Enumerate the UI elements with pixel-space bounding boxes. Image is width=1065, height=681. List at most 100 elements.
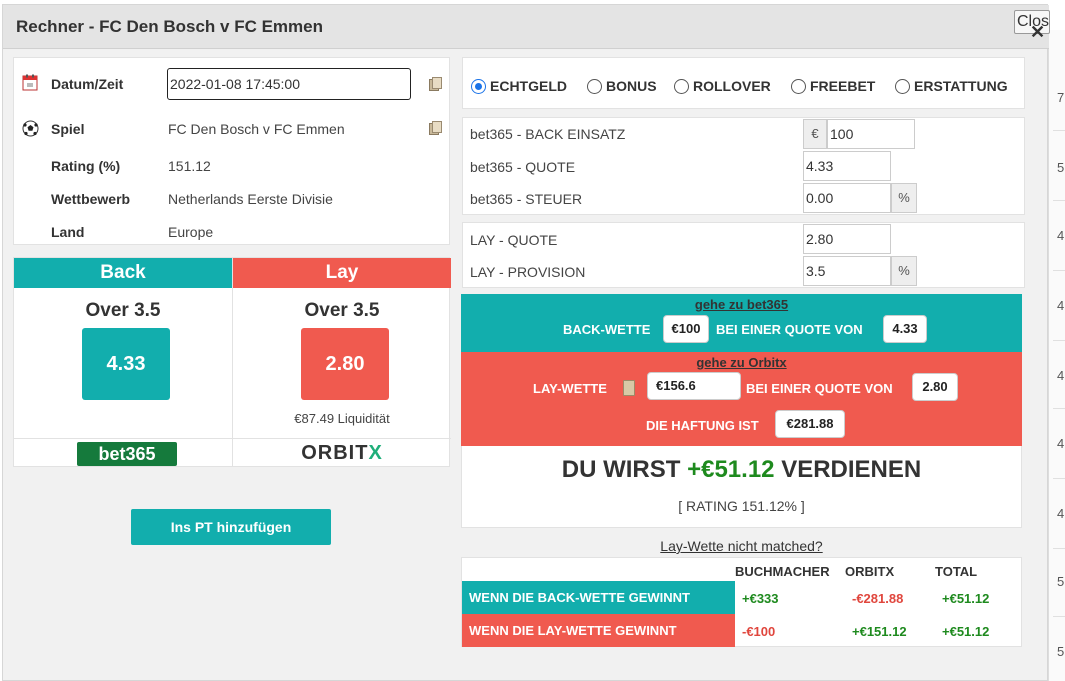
back-stake-pill: €100 — [663, 315, 709, 343]
lay-bet-label: LAY-WETTE — [533, 381, 607, 396]
competition-label: Wettbewerb — [51, 191, 131, 207]
add-to-pt-button[interactable]: Ins PT hinzufügen — [131, 509, 331, 545]
edge-divider — [1053, 548, 1065, 549]
lay-fields-panel: LAY - QUOTE LAY - PROVISION % — [462, 222, 1025, 288]
back-card: Back Over 3.5 4.33 bet365 — [14, 258, 232, 466]
lay-card: Lay Over 3.5 2.80 €87.49 Liquidität ORBI… — [233, 258, 451, 466]
back-instruction-band: gehe zu bet365 BACK-WETTE €100 BEI EINER… — [461, 294, 1022, 352]
radio-icon[interactable] — [674, 79, 689, 94]
lay-wins-bookmaker: -€100 — [742, 624, 776, 639]
radio-icon[interactable] — [895, 79, 910, 94]
back-odds-pill: 4.33 — [883, 315, 927, 343]
edge-divider — [1053, 200, 1065, 201]
lay-odds-box[interactable]: 2.80 — [301, 328, 389, 400]
edge-value: 7. — [1057, 90, 1065, 105]
profit-suffix: VERDIENEN — [781, 456, 922, 483]
background-list-strip: 7. 5. 4. 4. 4. 4. 4. 5. 5. — [1048, 30, 1065, 681]
percent-addon: % — [891, 256, 917, 286]
back-tax-label: bet365 - STEUER — [470, 191, 583, 207]
exchange-logo-area: ORBITX — [233, 438, 451, 466]
edge-value: 4. — [1057, 298, 1065, 313]
radio-erstattung[interactable]: ERSTATTUNG — [895, 78, 1008, 94]
edge-value: 5. — [1057, 644, 1065, 659]
profit-rating: [ RATING 151.12% ] — [678, 498, 805, 514]
edge-divider — [1053, 478, 1065, 479]
back-odds-input[interactable] — [803, 151, 891, 181]
lay-wins-total: +€51.12 — [942, 624, 990, 639]
percent-addon: % — [891, 183, 917, 213]
radio-icon[interactable] — [587, 79, 602, 94]
edge-value: 4. — [1057, 436, 1065, 451]
edge-value: 5. — [1057, 160, 1065, 175]
dialog-titlebar: Rechner - FC Den Bosch v FC Emmen — [3, 5, 1049, 49]
lay-wins-exchange: +€151.12 — [852, 624, 907, 639]
back-wins-exchange: -€281.88 — [852, 591, 904, 606]
liability-pill: €281.88 — [775, 410, 845, 438]
lay-odds-pill: 2.80 — [912, 373, 958, 401]
bookmaker-logo-area: bet365 — [14, 438, 232, 466]
edge-divider — [1053, 340, 1065, 341]
close-icon[interactable]: ✕ — [1030, 22, 1045, 43]
lay-stake-pill[interactable]: €156.6 — [647, 372, 741, 400]
copy-icon[interactable] — [429, 121, 442, 135]
lay-market: Over 3.5 — [304, 300, 380, 321]
col-header-total: TOTAL — [935, 564, 978, 579]
goto-orbitx-link[interactable]: gehe zu Orbitx — [461, 355, 1022, 370]
radio-icon[interactable] — [791, 79, 806, 94]
radio-freebet[interactable]: FREEBET — [791, 78, 875, 94]
back-stake-input[interactable] — [827, 119, 915, 149]
goto-bet365-link[interactable]: gehe zu bet365 — [461, 297, 1022, 312]
radio-echtgeld[interactable]: ECHTGELD — [471, 78, 567, 94]
event-info-panel: Datum/Zeit Spiel FC Den Bosch v FC Emmen… — [13, 57, 450, 245]
lay-odds-label: LAY - QUOTE — [470, 232, 558, 248]
edge-value: 5. — [1057, 574, 1065, 589]
profit-headline: DU WIRST +€51.12 VERDIENEN — [462, 456, 1021, 484]
back-wins-total: +€51.12 — [942, 591, 990, 606]
lay-instruction-band: gehe zu Orbitx LAY-WETTE €156.6 BEI EINE… — [461, 352, 1022, 446]
lay-commission-label: LAY - PROVISION — [470, 264, 586, 280]
dialog-title: Rechner - FC Den Bosch v FC Emmen — [16, 17, 324, 36]
lay-not-matched-link[interactable]: Lay-Wette nicht matched? — [461, 538, 1022, 554]
rating-value: 151.12 — [168, 158, 211, 174]
country-label: Land — [51, 224, 85, 240]
bet365-logo-text: bet365 — [98, 444, 155, 464]
lay-odds-text: BEI EINER QUOTE VON — [746, 381, 893, 396]
radio-rollover[interactable]: ROLLOVER — [674, 78, 771, 94]
back-lay-cards: Back Over 3.5 4.33 bet365 Lay Over 3.5 2… — [13, 257, 451, 467]
row-label-lay-wins: WENN DIE LAY-WETTE GEWINNT — [462, 614, 735, 647]
edge-value: 4. — [1057, 368, 1065, 383]
football-icon — [22, 120, 39, 137]
lay-odds-input[interactable] — [803, 224, 891, 254]
radio-label: FREEBET — [810, 78, 876, 94]
match-value: FC Den Bosch v FC Emmen — [168, 121, 345, 137]
back-bet-label: BACK-WETTE — [563, 322, 651, 337]
edge-value: 4. — [1057, 228, 1065, 243]
profit-summary: DU WIRST +€51.12 VERDIENEN [ RATING 151.… — [461, 446, 1022, 528]
lay-commission-input[interactable] — [803, 256, 891, 286]
back-stake-label: bet365 - BACK EINSATZ — [470, 126, 626, 142]
lay-liquidity: €87.49 Liquidität — [294, 411, 390, 426]
col-header-exchange: ORBITX — [845, 564, 895, 579]
liability-label: DIE HAFTUNG IST — [646, 418, 759, 433]
back-odds-label: bet365 - QUOTE — [470, 159, 576, 175]
calendar-icon — [22, 74, 38, 91]
radio-label: ERSTATTUNG — [914, 78, 1008, 94]
competition-value: Netherlands Eerste Divisie — [168, 191, 333, 207]
radio-label: BONUS — [606, 78, 657, 94]
orbitx-logo-x: X — [368, 442, 383, 464]
back-odds-box[interactable]: 4.33 — [82, 328, 170, 400]
edge-divider — [1053, 408, 1065, 409]
edge-divider — [1053, 270, 1065, 271]
currency-addon: € — [803, 119, 827, 149]
back-header: Back — [14, 258, 232, 288]
copy-icon[interactable] — [623, 380, 635, 396]
back-tax-input[interactable] — [803, 183, 891, 213]
radio-checked-icon[interactable] — [471, 79, 486, 94]
radio-bonus[interactable]: BONUS — [587, 78, 657, 94]
copy-icon[interactable] — [429, 77, 442, 91]
back-odds-text: BEI EINER QUOTE VON — [716, 322, 863, 337]
bet-type-panel: ECHTGELD BONUS ROLLOVER FREEBET ERSTATTU… — [462, 57, 1025, 109]
datetime-input[interactable] — [167, 68, 411, 100]
orbitx-logo[interactable]: ORBITX — [233, 442, 451, 465]
bet365-logo[interactable]: bet365 — [77, 442, 177, 466]
